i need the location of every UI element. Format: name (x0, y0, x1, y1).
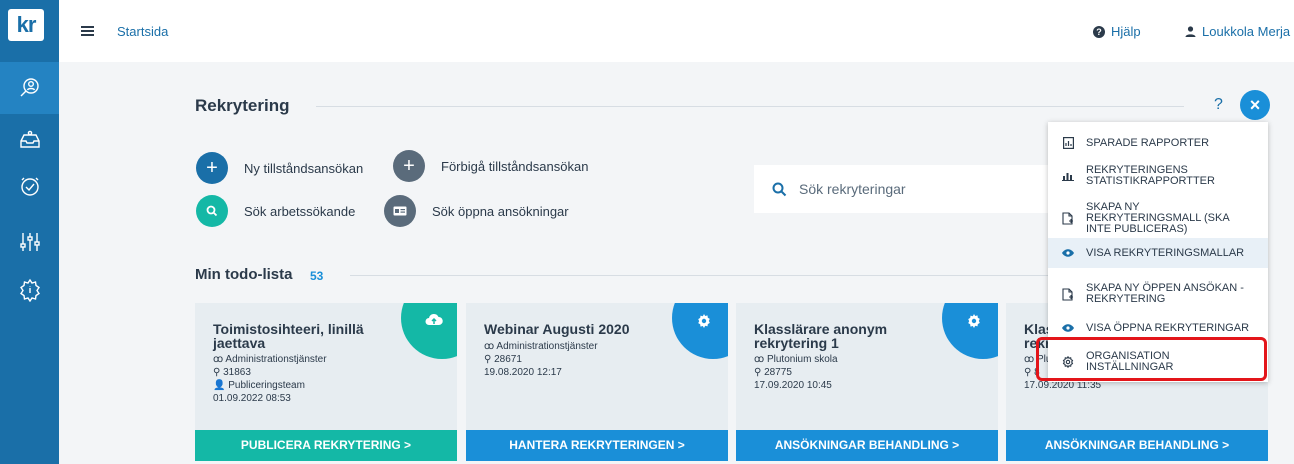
user-menu[interactable]: Loukkola Merja (1185, 24, 1290, 39)
divider (350, 275, 1050, 276)
logo[interactable]: kr (8, 9, 44, 41)
menu-icon[interactable] (81, 26, 94, 36)
sidebar-item-tasks[interactable] (0, 160, 59, 212)
todo-title: Min todo-lista (195, 266, 293, 283)
card-corner (672, 303, 728, 359)
eye-icon (1056, 324, 1080, 332)
card-corner (942, 303, 998, 359)
help-label: Hjälp (1111, 24, 1141, 39)
highlight-annotation (1036, 337, 1267, 381)
card-id: ⚲ 28671 (484, 354, 522, 365)
menu-item-saved-reports[interactable]: SPARADE RAPPORTER (1048, 130, 1268, 156)
search-people-icon (20, 78, 39, 97)
menu-item-label: SPARADE RAPPORTER (1086, 136, 1210, 149)
menu-item-create-open-application[interactable]: SKAPA NY ÖPPEN ANSÖKAN - REKRYTERING (1048, 274, 1268, 314)
card-title: Toimistosihteeri, linillä jaettava (213, 321, 364, 351)
menu-item-label: VISA REKRYTERINGSMALLAR (1086, 246, 1245, 259)
todo-card[interactable]: Klasslärare anonym rekrytering 1 ꝏ Pluto… (736, 303, 998, 461)
help-link[interactable]: ? Hjälp (1093, 24, 1141, 39)
card-corner (401, 303, 457, 359)
org-label: Administrationstjänster (225, 354, 327, 365)
question-circle-icon: ? (1093, 25, 1105, 38)
plus-icon: + (393, 150, 425, 182)
sidebar-item-sliders[interactable] (0, 216, 59, 268)
menu-item-statistics-reports[interactable]: REKRYTERINGENS STATISTIKRAPPORTTER (1048, 158, 1268, 194)
breadcrumb[interactable]: Startsida (117, 24, 168, 39)
card-title: Klasslärare anonym rekrytering 1 (754, 321, 888, 351)
inbox-icon (19, 130, 40, 148)
team-label: Publiceringsteam (228, 380, 305, 391)
top-bar: Startsida ? Hjälp Loukkola Merja (59, 0, 1294, 62)
card-org: ꝏ Administrationstjänster (213, 354, 327, 365)
page-title: Rekrytering (195, 96, 290, 115)
search-icon (772, 182, 787, 197)
card-date: 19.08.2020 12:17 (484, 367, 562, 378)
sidebar-item-search-people[interactable] (0, 62, 59, 114)
gear-icon (966, 313, 982, 334)
action-label: Förbigå tillståndsansökan (441, 158, 589, 174)
bar-chart-icon (1056, 171, 1080, 181)
skip-permit-application-button[interactable]: + Förbigå tillståndsansökan (393, 150, 588, 182)
action-label: Ny tillståndsansökan (244, 160, 364, 176)
todo-card[interactable]: Toimistosihteeri, linillä jaettava ꝏ Adm… (195, 303, 457, 461)
card-team: 👤 Publiceringsteam (213, 380, 305, 391)
todo-card[interactable]: Webinar Augusti 2020 ꝏ Administrationstj… (466, 303, 728, 461)
plus-icon: + (196, 152, 228, 184)
menu-item-label: SKAPA NY ÖPPEN ANSÖKAN - REKRYTERING (1086, 282, 1244, 305)
menu-item-show-templates[interactable]: VISA REKRYTERINGSMALLAR (1048, 238, 1268, 268)
process-applications-button[interactable]: ANSÖKNINGAR BEHANDLING > (736, 430, 998, 461)
search-placeholder: Sök rekryteringar (799, 181, 906, 197)
file-add-icon (1056, 287, 1080, 301)
id-label: 28671 (494, 354, 522, 365)
search-open-applications-button[interactable]: Sök öppna ansökningar (384, 195, 569, 227)
sidebar: kr (0, 0, 59, 464)
search-icon (196, 195, 228, 227)
org-label: Administrationstjänster (496, 341, 598, 352)
search-applicants-button[interactable]: Sök arbetssökande (196, 195, 355, 227)
menu-item-label: SKAPA NY REKRYTERINGSMALL (SKA INTE PUBL… (1086, 200, 1230, 235)
card-date: 01.09.2022 08:53 (213, 393, 291, 404)
check-circle-icon (20, 177, 39, 196)
action-label: Sök arbetssökande (244, 203, 356, 219)
menu-item-create-template[interactable]: SKAPA NY REKRYTERINGSMALL (SKA INTE PUBL… (1048, 198, 1268, 238)
manage-recruitment-button[interactable]: HANTERA REKRYTERINGEN > (466, 430, 728, 461)
cloud-upload-icon (425, 313, 443, 332)
close-button[interactable]: × (1240, 90, 1270, 120)
todo-count-badge: 53 (310, 269, 324, 283)
user-icon (1185, 26, 1196, 37)
card-id: ⚲ 28775 (754, 367, 792, 378)
action-label: Sök öppna ansökningar (432, 203, 569, 219)
card-org: ꝏ Administrationstjänster (484, 341, 598, 352)
file-add-icon (1056, 211, 1080, 225)
sidebar-item-settings[interactable] (0, 264, 59, 316)
help-button[interactable]: ? (1214, 96, 1223, 114)
user-name: Loukkola Merja (1202, 24, 1291, 39)
menu-item-label: REKRYTERINGENS STATISTIKRAPPORTTER (1086, 164, 1215, 187)
menu-item-label: VISA ÖPPNA REKRYTERINGAR (1086, 321, 1250, 334)
eye-icon (1056, 249, 1080, 257)
gear-icon (696, 313, 712, 334)
card-id: ⚲ 31863 (213, 367, 251, 378)
card-title: Webinar Augusti 2020 (484, 321, 630, 337)
report-icon (1056, 137, 1080, 149)
sliders-icon (19, 233, 40, 251)
publish-recruitment-button[interactable]: PUBLICERA REKRYTERING > (195, 430, 457, 461)
card-org: ꝏ Plutonium skola (754, 354, 838, 365)
org-label: Plutonium skola (766, 354, 838, 365)
new-permit-application-button[interactable]: + Ny tillståndsansökan (196, 152, 363, 184)
divider (316, 106, 1184, 107)
search-input[interactable]: Sök rekryteringar (754, 165, 1054, 213)
card-date: 17.09.2020 10:45 (754, 380, 832, 391)
sidebar-item-inbox[interactable] (0, 114, 59, 166)
id-label: 28775 (764, 367, 792, 378)
id-card-icon (384, 195, 416, 227)
svg-text:?: ? (1096, 27, 1102, 37)
process-applications-button[interactable]: ANSÖKNINGAR BEHANDLING > (1006, 430, 1268, 461)
id-label: 31863 (223, 367, 251, 378)
settings-info-icon (19, 278, 40, 302)
